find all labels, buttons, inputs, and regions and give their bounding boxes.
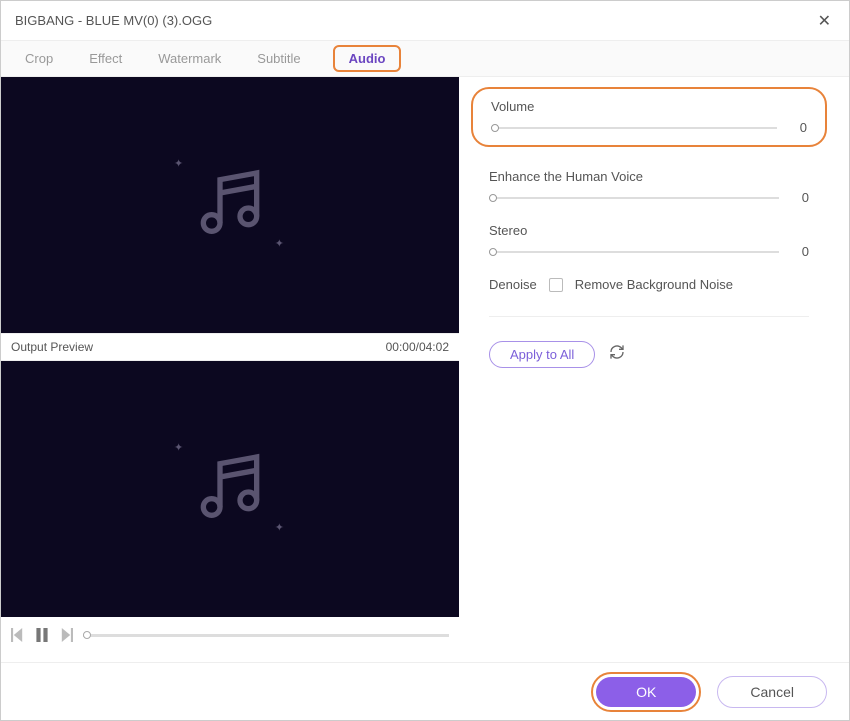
output-preview-label: Output Preview: [11, 340, 93, 354]
tab-subtitle[interactable]: Subtitle: [253, 45, 304, 72]
volume-thumb[interactable]: [491, 124, 499, 132]
progress-slider[interactable]: [83, 634, 449, 637]
preview-column: ✦ ✦ Output Preview 00:00/04:02 ✦ ✦: [1, 77, 459, 662]
enhance-slider[interactable]: [489, 197, 779, 199]
enhance-thumb[interactable]: [489, 194, 497, 202]
preview-info-row: Output Preview 00:00/04:02: [1, 333, 459, 361]
stereo-thumb[interactable]: [489, 248, 497, 256]
refresh-icon[interactable]: [609, 344, 625, 365]
denoise-checkbox-label: Remove Background Noise: [575, 277, 733, 292]
tab-bar: Crop Effect Watermark Subtitle Audio: [1, 41, 849, 77]
volume-slider[interactable]: [491, 127, 777, 129]
stereo-label: Stereo: [489, 223, 809, 238]
pause-icon[interactable]: [35, 628, 49, 642]
window-title: BIGBANG - BLUE MV(0) (3).OGG: [15, 13, 212, 28]
separator: [489, 316, 809, 317]
volume-slider-row: 0: [491, 120, 807, 135]
editor-window: BIGBANG - BLUE MV(0) (3).OGG ✕ Crop Effe…: [0, 0, 850, 721]
ok-highlight: OK: [591, 672, 701, 712]
stereo-slider[interactable]: [489, 251, 779, 253]
close-icon[interactable]: ✕: [814, 7, 835, 35]
denoise-label: Denoise: [489, 277, 537, 292]
tab-watermark[interactable]: Watermark: [154, 45, 225, 72]
stereo-slider-row: 0: [489, 244, 809, 259]
preview-time: 00:00/04:02: [386, 340, 449, 354]
progress-thumb[interactable]: [83, 631, 91, 639]
enhance-label: Enhance the Human Voice: [489, 169, 809, 184]
input-preview: ✦ ✦: [1, 77, 459, 333]
apply-all-button[interactable]: Apply to All: [489, 341, 595, 368]
enhance-value: 0: [791, 190, 809, 205]
tab-crop[interactable]: Crop: [21, 45, 57, 72]
tab-audio[interactable]: Audio: [345, 45, 390, 72]
volume-group: Volume 0: [471, 87, 827, 147]
volume-label: Volume: [491, 99, 807, 114]
enhance-group: Enhance the Human Voice 0: [489, 169, 809, 205]
content-area: ✦ ✦ Output Preview 00:00/04:02 ✦ ✦: [1, 77, 849, 662]
denoise-row: Denoise Remove Background Noise: [489, 277, 809, 292]
volume-value: 0: [789, 120, 807, 135]
cancel-button[interactable]: Cancel: [717, 676, 827, 708]
playback-controls: [1, 617, 459, 653]
ok-button[interactable]: OK: [596, 677, 696, 707]
music-note-icon: ✦ ✦: [190, 163, 270, 248]
enhance-slider-row: 0: [489, 190, 809, 205]
music-note-icon: ✦ ✦: [190, 447, 270, 532]
controls-column: Volume 0 Enhance the Human Voice 0: [459, 77, 849, 662]
apply-row: Apply to All: [489, 341, 809, 368]
output-preview: ✦ ✦: [1, 361, 459, 617]
titlebar: BIGBANG - BLUE MV(0) (3).OGG ✕: [1, 1, 849, 41]
footer: OK Cancel: [1, 662, 849, 720]
prev-icon[interactable]: [11, 628, 25, 642]
tab-effect[interactable]: Effect: [85, 45, 126, 72]
stereo-group: Stereo 0: [489, 223, 809, 259]
next-icon[interactable]: [59, 628, 73, 642]
tab-audio-highlight: Audio: [333, 45, 402, 72]
denoise-checkbox[interactable]: [549, 278, 563, 292]
stereo-value: 0: [791, 244, 809, 259]
